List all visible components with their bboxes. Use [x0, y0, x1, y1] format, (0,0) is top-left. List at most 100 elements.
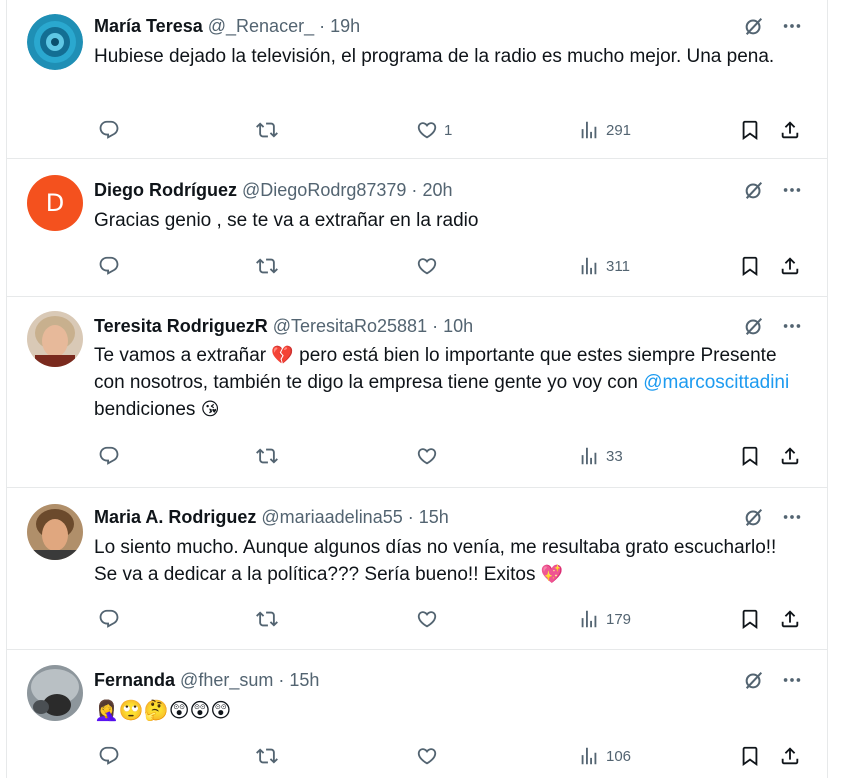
reply-icon — [98, 119, 120, 141]
timestamp[interactable]: 20h — [422, 180, 452, 200]
grok-icon[interactable] — [743, 179, 765, 201]
tweet[interactable]: Maria A. Rodriguez @mariaadelina55 · 15h… — [7, 488, 827, 650]
timestamp[interactable]: 19h — [330, 16, 360, 36]
avatar[interactable] — [27, 665, 83, 721]
tweet[interactable]: D Diego Rodríguez @DiegoRodrg87379 · 20h… — [7, 159, 827, 297]
like-button[interactable] — [416, 743, 444, 769]
like-icon — [416, 445, 438, 467]
tweet-header: Fernanda @fher_sum · 15h — [94, 668, 319, 692]
display-name[interactable]: Teresita RodriguezR — [94, 316, 268, 336]
separator-dot: · — [432, 316, 439, 336]
views-button[interactable]: 179 — [578, 606, 631, 632]
tweet[interactable]: Fernanda @fher_sum · 15h 🤦‍♀️🙄🤔😲😲😲 — [7, 650, 827, 778]
more-icon[interactable] — [781, 669, 803, 691]
broken-heart-emoji: 💔 — [271, 345, 294, 366]
display-name[interactable]: Fernanda — [94, 670, 175, 690]
views-button[interactable]: 33 — [578, 443, 623, 469]
reply-button[interactable] — [98, 743, 126, 769]
like-icon — [416, 745, 438, 767]
separator-dot: · — [319, 16, 326, 36]
bookmark-button[interactable] — [739, 743, 761, 769]
reply-feed: María Teresa @_Renacer_ · 19h Hubiese de… — [6, 0, 828, 778]
action-bar: 33 — [94, 443, 814, 469]
more-icon[interactable] — [781, 15, 803, 37]
retweet-icon — [256, 608, 278, 630]
share-button[interactable] — [779, 606, 801, 632]
view-count: 179 — [606, 610, 632, 628]
more-icon[interactable] — [781, 506, 803, 528]
retweet-button[interactable] — [256, 443, 284, 469]
text-segment: bendiciones — [94, 399, 201, 420]
bookmark-button[interactable] — [739, 606, 761, 632]
like-button[interactable] — [416, 606, 444, 632]
avatar[interactable] — [27, 311, 83, 367]
retweet-button[interactable] — [256, 253, 284, 279]
action-bar: 106 — [94, 743, 814, 769]
like-count: 1 — [444, 121, 453, 139]
reply-button[interactable] — [98, 443, 126, 469]
reply-button[interactable] — [98, 606, 126, 632]
display-name[interactable]: Diego Rodríguez — [94, 180, 237, 200]
views-icon — [578, 608, 600, 630]
views-button[interactable]: 291 — [578, 117, 631, 143]
views-button[interactable]: 106 — [578, 743, 631, 769]
view-count: 33 — [606, 447, 623, 465]
action-bar: 1 291 — [94, 117, 814, 143]
tweet-text: Gracias genio , se te va a extrañar en l… — [94, 210, 479, 231]
share-button[interactable] — [779, 743, 801, 769]
view-count: 106 — [606, 747, 632, 765]
timestamp[interactable]: 10h — [443, 316, 473, 336]
tweet[interactable]: Teresita RodriguezR @TeresitaRo25881 · 1… — [7, 297, 827, 488]
bookmark-button[interactable] — [739, 117, 761, 143]
retweet-icon — [256, 255, 278, 277]
like-button[interactable]: 1 — [416, 117, 452, 143]
tweet-header: Teresita RodriguezR @TeresitaRo25881 · 1… — [94, 314, 473, 338]
reply-icon — [98, 608, 120, 630]
display-name[interactable]: María Teresa — [94, 16, 203, 36]
like-button[interactable] — [416, 253, 444, 279]
more-icon[interactable] — [781, 315, 803, 337]
bookmark-icon — [739, 255, 761, 277]
reply-button[interactable] — [98, 253, 126, 279]
views-icon — [578, 119, 600, 141]
timestamp[interactable]: 15h — [419, 507, 449, 527]
grok-icon[interactable] — [743, 15, 765, 37]
username[interactable]: @TeresitaRo25881 — [273, 316, 427, 336]
share-button[interactable] — [779, 443, 801, 469]
timestamp[interactable]: 15h — [289, 670, 319, 690]
retweet-button[interactable] — [256, 606, 284, 632]
bookmark-button[interactable] — [739, 253, 761, 279]
views-icon — [578, 445, 600, 467]
share-button[interactable] — [779, 117, 801, 143]
views-button[interactable]: 311 — [578, 253, 630, 279]
username[interactable]: @fher_sum — [180, 670, 273, 690]
tweet[interactable]: María Teresa @_Renacer_ · 19h Hubiese de… — [7, 0, 827, 159]
bookmark-icon — [739, 745, 761, 767]
like-icon — [416, 119, 438, 141]
mention-link[interactable]: @marcoscittadini — [643, 372, 789, 393]
avatar[interactable]: D — [27, 175, 83, 231]
grok-icon[interactable] — [743, 315, 765, 337]
text-segment: Te vamos a extrañar — [94, 345, 272, 366]
avatar[interactable] — [27, 504, 83, 560]
like-icon — [416, 255, 438, 277]
grok-icon[interactable] — [743, 506, 765, 528]
bookmark-icon — [739, 119, 761, 141]
share-icon — [779, 745, 801, 767]
retweet-button[interactable] — [256, 117, 284, 143]
tweet-text: Lo siento mucho. Aunque algunos días no … — [94, 534, 794, 588]
retweet-icon — [256, 119, 278, 141]
username[interactable]: @mariaadelina55 — [261, 507, 402, 527]
separator-dot: · — [407, 507, 414, 527]
username[interactable]: @DiegoRodrg87379 — [242, 180, 406, 200]
bookmark-button[interactable] — [739, 443, 761, 469]
reply-button[interactable] — [98, 117, 126, 143]
display-name[interactable]: Maria A. Rodriguez — [94, 507, 256, 527]
more-icon[interactable] — [781, 179, 803, 201]
like-button[interactable] — [416, 443, 444, 469]
username[interactable]: @_Renacer_ — [208, 16, 314, 36]
retweet-button[interactable] — [256, 743, 284, 769]
avatar[interactable] — [27, 14, 83, 70]
share-button[interactable] — [779, 253, 801, 279]
grok-icon[interactable] — [743, 669, 765, 691]
